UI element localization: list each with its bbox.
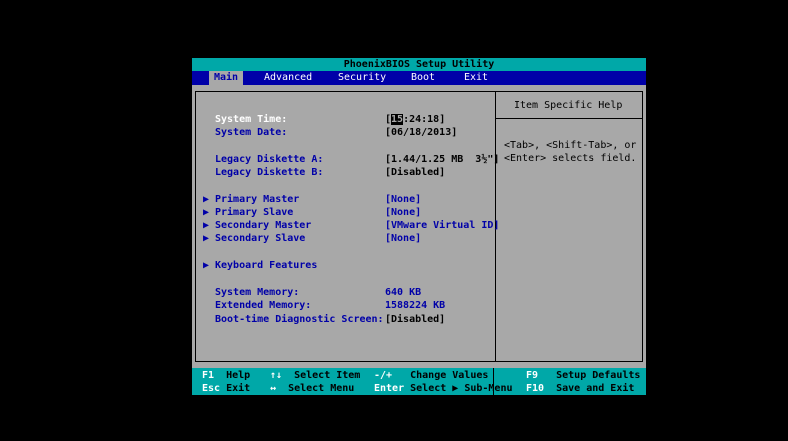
key-select-menu: ↔ Select Menu: [270, 383, 355, 394]
primary-slave-label[interactable]: Primary Slave: [215, 206, 293, 219]
menu-bar: Main Advanced Security Boot Exit: [192, 71, 646, 85]
menu-security[interactable]: Security: [333, 71, 391, 85]
extended-memory-value: 1588224 KB: [385, 300, 446, 311]
submenu-arrow-icon: ▶: [203, 194, 210, 205]
submenu-arrow-icon: ▶: [203, 207, 210, 218]
key-f10-save: F10 Save and Exit: [526, 383, 635, 394]
keyboard-features-label[interactable]: Keyboard Features: [215, 259, 317, 272]
primary-master-value: [None]: [385, 194, 422, 205]
secondary-master-value: [VMware Virtual ID]: [385, 220, 500, 231]
secondary-master-label[interactable]: Secondary Master: [215, 219, 311, 232]
system-time-hour[interactable]: 15: [391, 114, 404, 125]
legacy-a-label: Legacy Diskette A:: [215, 154, 324, 165]
key-esc-exit: Esc Exit: [202, 383, 251, 394]
primary-slave-value: [None]: [385, 207, 422, 218]
key-f1-help: F1 Help: [202, 370, 251, 381]
help-line-2: <Enter> selects field.: [504, 153, 637, 164]
system-time-label: System Time:: [215, 114, 288, 125]
help-title: Item Specific Help: [514, 100, 623, 111]
legacy-b-label: Legacy Diskette B:: [215, 167, 324, 178]
key-f9-defaults: F9 Setup Defaults: [526, 370, 641, 381]
menu-exit[interactable]: Exit: [459, 71, 493, 85]
menu-boot[interactable]: Boot: [406, 71, 440, 85]
submenu-arrow-icon: ▶: [203, 260, 210, 271]
legacy-a-value[interactable]: [1.44/1.25 MB 3½"]: [385, 153, 499, 166]
key-legend-bar: F1 Help ↑↓ Select Item -/+ Change Values…: [192, 368, 646, 395]
bios-window: PhoenixBIOS Setup Utility Main Advanced …: [192, 58, 646, 395]
key-select-item: ↑↓ Select Item: [270, 370, 361, 381]
key-change-values: -/+ Change Values: [374, 370, 489, 381]
settings-pane: System Time: [15:24:18] System Date: [06…: [195, 91, 643, 362]
secondary-slave-label[interactable]: Secondary Slave: [215, 232, 305, 245]
boot-diag-value[interactable]: [Disabled]: [385, 313, 445, 326]
submenu-arrow-icon: ▶: [203, 220, 210, 231]
bios-title: PhoenixBIOS Setup Utility: [192, 58, 646, 71]
system-time-rest: :24:18]: [403, 114, 446, 125]
key-enter-submenu: Enter Select ▶ Sub-Menu: [374, 383, 513, 394]
system-memory-value: 640 KB: [385, 287, 422, 298]
menu-main[interactable]: Main: [209, 71, 244, 85]
menu-advanced[interactable]: Advanced: [259, 71, 317, 85]
system-date-value[interactable]: [06/18/2013]: [385, 126, 457, 139]
help-divider: [496, 118, 643, 119]
system-memory-label: System Memory:: [215, 287, 300, 298]
system-date-label: System Date:: [215, 127, 288, 138]
boot-diag-label: Boot-time Diagnostic Screen:: [215, 314, 384, 325]
submenu-arrow-icon: ▶: [203, 233, 210, 244]
secondary-slave-value: [None]: [385, 233, 422, 244]
system-time-value[interactable]: [15:24:18]: [385, 113, 445, 126]
extended-memory-label: Extended Memory:: [215, 300, 312, 311]
help-line-1: <Tab>, <Shift-Tab>, or: [504, 140, 637, 151]
primary-master-label[interactable]: Primary Master: [215, 193, 299, 206]
legacy-b-value[interactable]: [Disabled]: [385, 166, 445, 179]
